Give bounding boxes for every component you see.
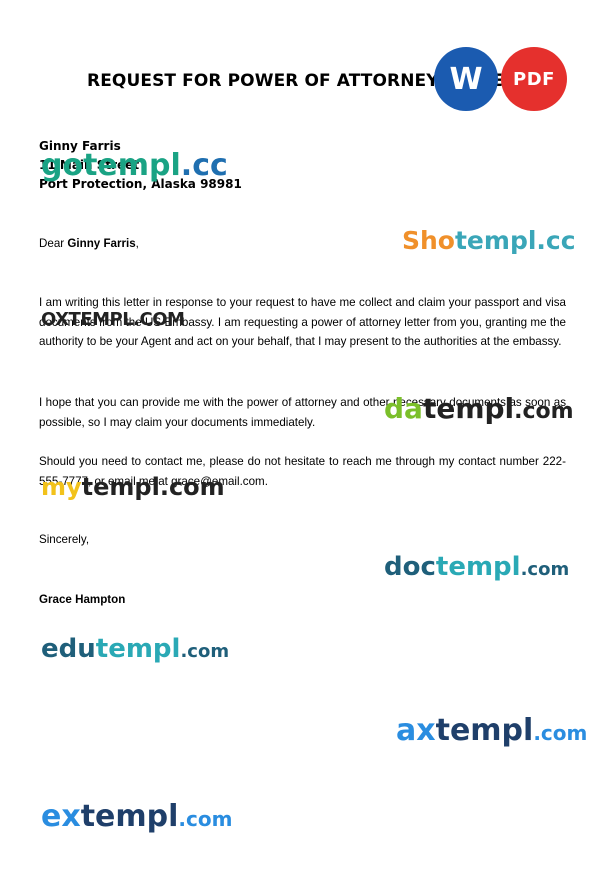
word-format-icon[interactable]: W: [434, 47, 498, 111]
shotempl-watermark-part1: Sho: [402, 226, 455, 255]
signature-name: Grace Hampton: [39, 593, 126, 606]
datempl-watermark-part3: .com: [514, 399, 574, 424]
datempl-watermark-part2: templ: [422, 392, 515, 425]
mytempl-watermark-part3: .com: [159, 473, 225, 501]
closing: Sincerely,: [39, 533, 90, 546]
salutation-suffix: ,: [135, 237, 139, 250]
shotempl-watermark-part2: templ: [454, 226, 537, 255]
edutempl-watermark-part2: templ: [95, 634, 181, 664]
letter-page: REQUEST FOR POWER OF ATTORNEY LETTER W P…: [0, 0, 610, 881]
salutation-name: Ginny Farris: [67, 237, 136, 250]
datempl-watermark: datempl.com: [384, 395, 574, 423]
doctempl-watermark-part1: doc: [384, 552, 436, 582]
gotempl-watermark-domain: .cc: [180, 148, 228, 183]
doctempl-watermark-part3: .com: [520, 559, 570, 580]
gotempl-watermark: gotempl.cc: [41, 151, 228, 181]
extempl-watermark: extempl.com: [41, 802, 232, 832]
axtempl-watermark-part1: ax: [396, 713, 436, 748]
axtempl-watermark-part2: templ: [435, 713, 534, 748]
mytempl-watermark: mytempl.com: [41, 475, 225, 499]
doctempl-watermark-part2: templ: [435, 552, 521, 582]
doctempl-watermark: doctempl.com: [384, 554, 569, 580]
mytempl-watermark-part1: my: [41, 473, 82, 501]
shotempl-watermark-part3: .cc: [536, 226, 576, 255]
gotempl-watermark-name: gotempl: [41, 148, 181, 183]
oxtempl-watermark: OXTEMPL.COM: [41, 309, 185, 330]
axtempl-watermark: axtempl.com: [396, 716, 587, 746]
pdf-format-icon[interactable]: PDF: [501, 47, 567, 111]
mytempl-watermark-part2: templ: [81, 473, 160, 501]
edutempl-watermark-part3: .com: [180, 641, 230, 662]
shotempl-watermark: Shotempl.cc: [402, 228, 576, 253]
salutation-prefix: Dear: [39, 237, 65, 250]
extempl-watermark-part2: templ: [80, 799, 179, 834]
edutempl-watermark: edutempl.com: [41, 636, 229, 662]
datempl-watermark-part1: da: [384, 392, 423, 425]
extempl-watermark-part1: ex: [41, 799, 81, 834]
extempl-watermark-part3: .com: [178, 807, 233, 831]
edutempl-watermark-part1: edu: [41, 634, 96, 664]
axtempl-watermark-part3: .com: [533, 721, 588, 745]
